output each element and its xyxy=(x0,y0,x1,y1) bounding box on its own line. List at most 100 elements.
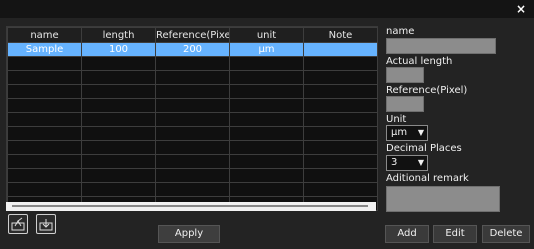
table-row[interactable] xyxy=(7,182,378,197)
table-cell[interactable] xyxy=(7,112,82,127)
table-cell[interactable] xyxy=(155,140,230,155)
table-row[interactable] xyxy=(7,112,378,127)
table-cell[interactable] xyxy=(81,112,156,127)
table-cell[interactable] xyxy=(81,168,156,183)
decimal-places-select[interactable]: 3 ▼ xyxy=(386,155,428,171)
additional-remark-label: Aditional remark xyxy=(386,173,469,184)
col-header-length[interactable]: length xyxy=(81,27,156,43)
table-cell[interactable] xyxy=(7,84,82,99)
close-button[interactable]: × xyxy=(514,2,528,16)
table-row[interactable] xyxy=(7,140,378,155)
reference-pixel-field[interactable] xyxy=(386,96,424,112)
apply-button[interactable]: Apply xyxy=(158,225,220,243)
table-cell[interactable] xyxy=(303,42,378,57)
chevron-down-icon: ▼ xyxy=(417,128,424,137)
add-button[interactable]: Add xyxy=(385,225,429,243)
table-cell[interactable] xyxy=(303,98,378,113)
table-cell[interactable] xyxy=(7,70,82,85)
table-cell[interactable] xyxy=(155,70,230,85)
table-cell[interactable] xyxy=(303,112,378,127)
table-cell[interactable] xyxy=(7,154,82,169)
actual-length-label: Actual length xyxy=(386,56,453,67)
table-cell[interactable] xyxy=(7,126,82,141)
table-row[interactable] xyxy=(7,84,378,99)
table-grid: name length Reference(Pixel) unit Note S… xyxy=(7,27,378,211)
table-cell[interactable] xyxy=(155,84,230,99)
delete-button[interactable]: Delete xyxy=(482,225,530,243)
table-row[interactable] xyxy=(7,126,378,141)
table-cell[interactable] xyxy=(7,98,82,113)
table-cell[interactable] xyxy=(303,84,378,99)
table-cell[interactable] xyxy=(81,56,156,71)
table-cell[interactable] xyxy=(229,154,304,169)
table-cell[interactable] xyxy=(303,70,378,85)
edit-button[interactable]: Edit xyxy=(433,225,477,243)
table-cell[interactable] xyxy=(7,168,82,183)
export-icon[interactable] xyxy=(8,214,28,234)
table-row[interactable] xyxy=(7,70,378,85)
unit-select[interactable]: µm ▼ xyxy=(386,125,428,141)
table-cell[interactable] xyxy=(155,56,230,71)
table-cell[interactable]: µm xyxy=(229,42,304,57)
col-header-reference[interactable]: Reference(Pixel) xyxy=(155,27,230,43)
table-cell[interactable] xyxy=(155,112,230,127)
table-cell[interactable] xyxy=(81,126,156,141)
decimal-places-value: 3 xyxy=(391,157,398,168)
calibration-table: name length Reference(Pixel) unit Note S… xyxy=(6,26,378,211)
table-cell[interactable] xyxy=(229,84,304,99)
table-row[interactable] xyxy=(7,154,378,169)
table-cell[interactable] xyxy=(81,140,156,155)
table-cell[interactable] xyxy=(81,182,156,197)
table-cell[interactable] xyxy=(155,126,230,141)
table-cell[interactable] xyxy=(81,154,156,169)
table-cell[interactable] xyxy=(229,182,304,197)
horizontal-scrollbar[interactable] xyxy=(6,202,376,211)
unit-label: Unit xyxy=(386,114,407,125)
table-row[interactable] xyxy=(7,168,378,183)
table-cell[interactable] xyxy=(303,154,378,169)
table-cell[interactable] xyxy=(155,154,230,169)
table-cell[interactable] xyxy=(155,168,230,183)
table-cell[interactable] xyxy=(229,140,304,155)
additional-remark-field[interactable] xyxy=(386,186,500,212)
table-cell[interactable] xyxy=(155,98,230,113)
chevron-down-icon: ▼ xyxy=(417,158,424,167)
decimal-places-label: Decimal Places xyxy=(386,143,462,154)
reference-pixel-label: Reference(Pixel) xyxy=(386,85,468,96)
table-cell[interactable] xyxy=(81,98,156,113)
col-header-name[interactable]: name xyxy=(7,27,82,43)
table-row[interactable] xyxy=(7,98,378,113)
col-header-note[interactable]: Note xyxy=(303,27,378,43)
calibration-window: × name length Reference(Pixel) unit Note… xyxy=(0,0,534,249)
col-header-unit[interactable]: unit xyxy=(229,27,304,43)
table-cell[interactable] xyxy=(7,140,82,155)
table-cell[interactable] xyxy=(7,56,82,71)
unit-select-value: µm xyxy=(391,127,408,138)
scrollbar-thumb[interactable] xyxy=(12,205,368,207)
table-cell[interactable] xyxy=(7,182,82,197)
table-cell[interactable]: Sample xyxy=(7,42,82,57)
table-cell[interactable] xyxy=(229,98,304,113)
table-cell[interactable] xyxy=(229,126,304,141)
table-cell[interactable] xyxy=(303,182,378,197)
actual-length-field[interactable] xyxy=(386,67,424,83)
table-row[interactable]: Sample 100 200 µm xyxy=(7,42,378,57)
table-cell[interactable] xyxy=(81,70,156,85)
table-cell[interactable]: 200 xyxy=(155,42,230,57)
table-cell[interactable]: 100 xyxy=(81,42,156,57)
table-cell[interactable] xyxy=(303,140,378,155)
table-cell[interactable] xyxy=(303,126,378,141)
table-cell[interactable] xyxy=(155,182,230,197)
table-cell[interactable] xyxy=(81,84,156,99)
table-header-row: name length Reference(Pixel) unit Note xyxy=(7,27,378,43)
name-field[interactable] xyxy=(386,38,496,54)
import-icon[interactable] xyxy=(36,214,56,234)
table-cell[interactable] xyxy=(303,56,378,71)
table-cell[interactable] xyxy=(303,168,378,183)
table-row[interactable] xyxy=(7,56,378,71)
table-cell[interactable] xyxy=(229,168,304,183)
table-cell[interactable] xyxy=(229,70,304,85)
table-cell[interactable] xyxy=(229,112,304,127)
table-cell[interactable] xyxy=(229,56,304,71)
name-label: name xyxy=(386,26,415,37)
